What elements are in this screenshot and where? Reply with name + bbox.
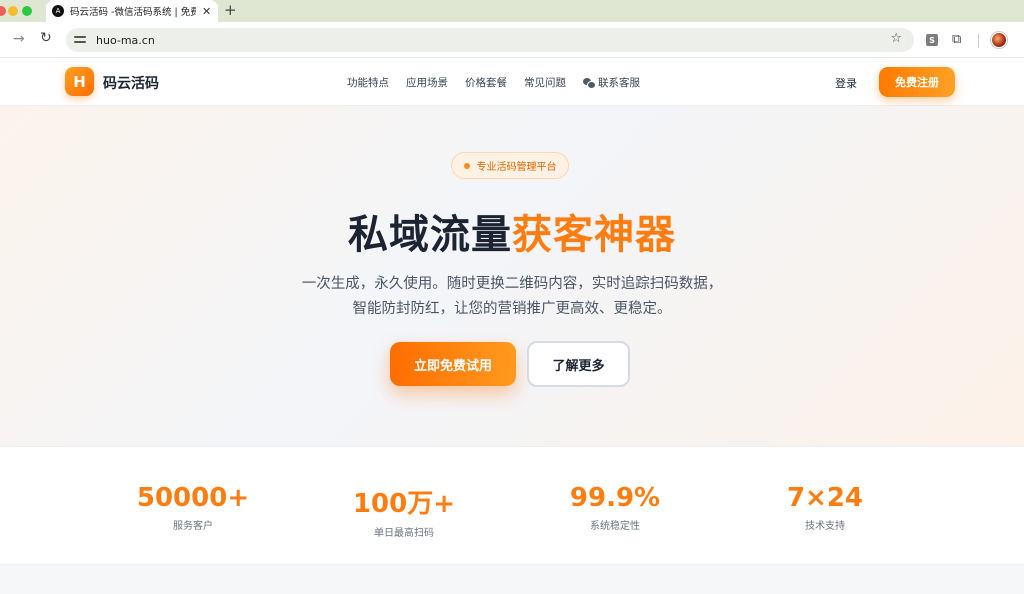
nav-item-pricing[interactable]: 价格套餐 bbox=[465, 75, 507, 90]
hero-title-accent: 获客神器 bbox=[512, 212, 676, 258]
nav-item-features[interactable]: 功能特点 bbox=[347, 75, 389, 90]
site-header: H 码云活码 功能特点 应用场景 价格套餐 常见问题 联系客服 登录 bbox=[0, 58, 1024, 106]
next-section-band bbox=[0, 564, 1024, 594]
stat-value: 100万+ bbox=[352, 489, 456, 519]
extension-s-icon[interactable]: S bbox=[926, 34, 938, 46]
url-text[interactable]: huo-ma.cn bbox=[96, 34, 155, 47]
stat-label: 服务客户 bbox=[173, 521, 213, 532]
nav-item-contact[interactable]: 联系客服 bbox=[583, 75, 640, 90]
stats-section: 50000+ 服务客户 100万+ 单日最高扫码 99.9% 系统稳定性 7×2… bbox=[0, 446, 1024, 564]
hero-section: 专业活码管理平台 私域流量获客神器 一次生成，永久使用。随时更换二维码内容，实时… bbox=[0, 106, 1024, 446]
nav-item-faq[interactable]: 常见问题 bbox=[524, 75, 566, 90]
register-button[interactable]: 免费注册 bbox=[879, 67, 955, 97]
puzzle-icon[interactable]: ⧉ bbox=[952, 32, 961, 47]
forward-arrow-icon[interactable]: → bbox=[13, 31, 25, 47]
star-icon[interactable]: ☆ bbox=[890, 31, 902, 46]
hero-description: 一次生成，永久使用。随时更换二维码内容，实时追踪扫码数据， 智能防封防红，让您的… bbox=[0, 272, 1024, 322]
learn-more-button[interactable]: 了解更多 bbox=[527, 341, 630, 387]
browser-tab-active[interactable]: A 码云活码 -微信活码系统 | 免费 ✕ bbox=[46, 0, 218, 22]
stat-stability: 99.9% 系统稳定性 bbox=[525, 483, 705, 532]
badge-dot-icon bbox=[463, 162, 470, 169]
stat-customers: 50000+ 服务客户 bbox=[103, 483, 283, 532]
hero-title: 私域流量获客神器 bbox=[0, 202, 1024, 260]
hero-badge-text: 专业活码管理平台 bbox=[476, 162, 557, 173]
window-close-dot[interactable] bbox=[0, 6, 6, 16]
logo-text[interactable]: 码云活码 bbox=[103, 73, 159, 93]
main-nav: 功能特点 应用场景 价格套餐 常见问题 联系客服 bbox=[347, 75, 657, 90]
hero-title-main: 私域流量 bbox=[348, 212, 512, 258]
tab-title: 码云活码 -微信活码系统 | 免费 bbox=[70, 7, 196, 18]
nav-item-contact-label: 联系客服 bbox=[598, 77, 640, 89]
stat-label: 技术支持 bbox=[805, 521, 845, 532]
profile-avatar[interactable] bbox=[991, 32, 1007, 48]
wechat-icon bbox=[583, 77, 596, 89]
browser-tab-bar: A 码云活码 -微信活码系统 | 免费 ✕ + bbox=[0, 0, 1024, 22]
new-tab-plus-icon[interactable]: + bbox=[224, 1, 237, 19]
reload-icon[interactable]: ↻ bbox=[40, 30, 52, 46]
hero-badge: 专业活码管理平台 bbox=[451, 152, 569, 179]
stat-daily-scans: 100万+ 单日最高扫码 bbox=[314, 483, 494, 539]
logo-mark[interactable]: H bbox=[65, 67, 94, 96]
stat-label: 系统稳定性 bbox=[590, 521, 640, 532]
address-bar[interactable]: huo-ma.cn ☆ bbox=[66, 28, 914, 52]
nav-item-scenarios[interactable]: 应用场景 bbox=[406, 75, 448, 90]
site-info-icon[interactable] bbox=[74, 35, 86, 45]
stat-value: 99.9% bbox=[569, 483, 661, 513]
login-link[interactable]: 登录 bbox=[835, 75, 857, 91]
free-trial-button[interactable]: 立即免费试用 bbox=[390, 342, 516, 386]
hero-desc-line2: 智能防封防红，让您的营销推广更高效、更稳定。 bbox=[352, 301, 672, 317]
window-minimize-dot[interactable] bbox=[8, 6, 18, 16]
stat-value: 50000+ bbox=[136, 483, 250, 513]
stat-label: 单日最高扫码 bbox=[374, 528, 434, 539]
hero-desc-line1: 一次生成，永久使用。随时更换二维码内容，实时追踪扫码数据， bbox=[301, 276, 723, 292]
browser-toolbar: → ↻ huo-ma.cn ☆ S ⧉ bbox=[0, 22, 1024, 58]
stat-value: 7×24 bbox=[786, 483, 864, 513]
stat-support: 7×24 技术支持 bbox=[735, 483, 915, 532]
window-zoom-dot[interactable] bbox=[22, 6, 32, 16]
tab-favicon-icon: A bbox=[52, 5, 64, 17]
tab-close-icon[interactable]: ✕ bbox=[202, 5, 211, 18]
toolbar-divider bbox=[978, 34, 979, 48]
